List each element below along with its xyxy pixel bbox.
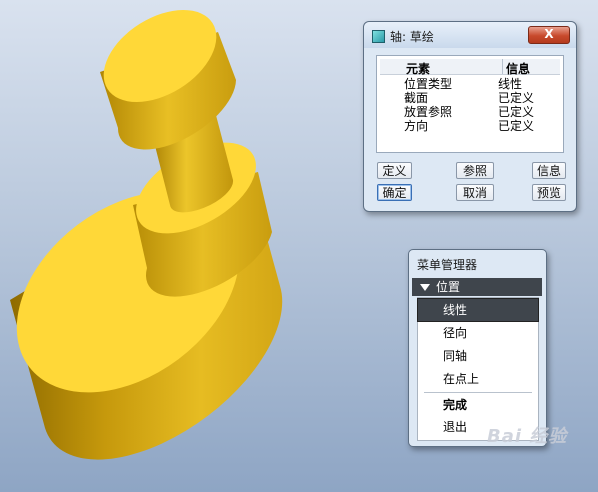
watermark: Bai 经验 bbox=[487, 426, 568, 447]
axis-sketch-dialog: 轴: 草绘 X 元素 信息 位置类型 线性 截面 已定义 放置参照 已定义 方向… bbox=[363, 21, 577, 212]
menu-item-label: 同轴 bbox=[443, 349, 468, 363]
define-button[interactable]: 定义 bbox=[377, 162, 412, 179]
menu-manager-title: 菜单管理器 bbox=[417, 258, 478, 272]
menu-item-label: 在点上 bbox=[443, 372, 480, 386]
dialog-titlebar[interactable]: 轴: 草绘 X bbox=[364, 22, 576, 48]
ok-button[interactable]: 确定 bbox=[377, 184, 412, 201]
menu-item-radial[interactable]: 径向 bbox=[418, 322, 538, 344]
row-element: 位置类型 bbox=[404, 77, 453, 91]
menu-item-label: 完成 bbox=[443, 398, 468, 412]
cancel-button[interactable]: 取消 bbox=[456, 184, 494, 201]
column-divider[interactable] bbox=[502, 59, 503, 74]
preview-button[interactable]: 预览 bbox=[532, 184, 566, 201]
menu-item-done[interactable]: 完成 bbox=[418, 394, 538, 416]
menu-item-label: 退出 bbox=[443, 420, 468, 434]
table-row[interactable]: 放置参照 已定义 bbox=[380, 105, 560, 119]
row-info: 已定义 bbox=[498, 119, 535, 133]
row-element: 方向 bbox=[404, 119, 429, 133]
row-element: 截面 bbox=[404, 91, 429, 105]
elements-table: 元素 信息 位置类型 线性 截面 已定义 放置参照 已定义 方向 已定义 bbox=[376, 55, 564, 153]
menu-item-on-point[interactable]: 在点上 bbox=[418, 368, 538, 390]
window-app-icon bbox=[372, 30, 385, 43]
references-button[interactable]: 参照 bbox=[456, 162, 494, 179]
close-icon: X bbox=[544, 27, 554, 41]
close-button[interactable]: X bbox=[528, 26, 570, 44]
dialog-title: 轴: 草绘 bbox=[390, 30, 434, 44]
table-row[interactable]: 位置类型 线性 bbox=[380, 77, 560, 91]
info-button[interactable]: 信息 bbox=[532, 162, 566, 179]
triangle-down-icon bbox=[420, 284, 430, 291]
row-info: 已定义 bbox=[498, 91, 535, 105]
table-row[interactable]: 截面 已定义 bbox=[380, 91, 560, 105]
column-header-info: 信息 bbox=[506, 62, 531, 76]
row-info: 线性 bbox=[498, 77, 523, 91]
menu-section-label: 位置 bbox=[436, 280, 461, 294]
row-info: 已定义 bbox=[498, 105, 535, 119]
menu-section-header[interactable]: 位置 bbox=[412, 278, 542, 296]
table-header: 元素 信息 bbox=[380, 59, 560, 76]
menu-manager: 菜单管理器 位置 线性 径向 同轴 在点上 完成 退出 bbox=[408, 249, 547, 447]
menu-item-label: 线性 bbox=[443, 303, 468, 317]
menu-item-coaxial[interactable]: 同轴 bbox=[418, 345, 538, 367]
menu-divider bbox=[424, 392, 532, 393]
menu-item-linear[interactable]: 线性 bbox=[417, 298, 539, 322]
menu-list: 线性 径向 同轴 在点上 完成 退出 bbox=[417, 297, 539, 441]
column-header-element: 元素 bbox=[406, 62, 431, 76]
menu-item-label: 径向 bbox=[443, 326, 468, 340]
row-element: 放置参照 bbox=[404, 105, 453, 119]
table-row[interactable]: 方向 已定义 bbox=[380, 119, 560, 133]
